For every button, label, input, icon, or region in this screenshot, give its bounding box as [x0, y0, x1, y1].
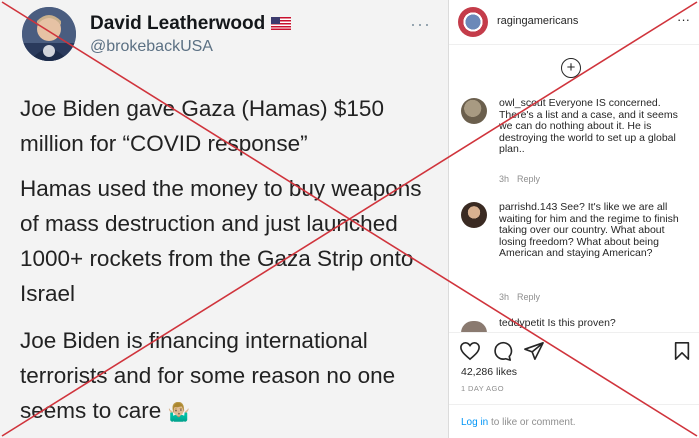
- account-avatar[interactable]: [458, 7, 488, 37]
- heart-icon[interactable]: [459, 341, 481, 361]
- load-more-comments-icon[interactable]: +: [561, 58, 581, 78]
- action-bar: [459, 341, 694, 363]
- bookmark-icon[interactable]: [673, 341, 691, 361]
- shrug-emoji: 🤷🏼‍♂️: [167, 402, 190, 422]
- tweet-author-handle: @brokebackUSA: [90, 38, 213, 55]
- section-divider: [449, 332, 699, 333]
- reply-button[interactable]: Reply: [517, 174, 540, 184]
- comment-icon[interactable]: [491, 341, 513, 361]
- tweet-author-name: David Leatherwood: [90, 13, 292, 35]
- more-options-icon[interactable]: ···: [677, 12, 690, 27]
- comment-username[interactable]: owl_scout: [499, 97, 546, 109]
- comment-username[interactable]: parrishd.143: [499, 201, 557, 213]
- comment-time: 3h: [499, 292, 510, 302]
- post-header: ragingamericans ···: [449, 0, 699, 45]
- tweet-paragraph-3: Joe Biden is financing international ter…: [20, 323, 440, 430]
- share-icon[interactable]: [523, 341, 545, 361]
- comment-text: teddypetit Is this proven?: [499, 317, 689, 330]
- commenter-avatar[interactable]: [461, 98, 487, 124]
- section-divider: [449, 404, 699, 405]
- likes-count[interactable]: 42,286 likes: [461, 366, 517, 378]
- tweet-paragraph-1: Joe Biden gave Gaza (Hamas) $150 million…: [20, 96, 384, 156]
- tweet-avatar: [22, 7, 76, 61]
- post-date: 1 DAY AGO: [461, 384, 504, 393]
- login-link[interactable]: Log in: [461, 417, 488, 428]
- login-prompt-text: to like or comment.: [488, 417, 576, 428]
- instagram-panel: ragingamericans ··· + owl_scout Everyone…: [449, 0, 699, 438]
- tweet-paragraph-2: Hamas used the money to buy weapons of m…: [20, 176, 422, 306]
- login-prompt: Log in to like or comment.: [461, 417, 576, 428]
- tweet-more-icon[interactable]: ···: [410, 14, 431, 35]
- commenter-avatar[interactable]: [461, 202, 487, 228]
- tweet-screenshot: David Leatherwood @brokebackUSA ··· Joe …: [0, 0, 449, 438]
- us-flag-icon: [271, 14, 292, 30]
- comment-meta: 3h Reply: [499, 292, 548, 302]
- comment-text: owl_scout Everyone IS concerned. There's…: [499, 97, 689, 156]
- reply-button[interactable]: Reply: [517, 292, 540, 302]
- comment-username[interactable]: teddypetit: [499, 317, 545, 329]
- comment-text: parrishd.143 See? It's like we are all w…: [499, 201, 689, 260]
- account-username[interactable]: ragingamericans: [497, 15, 578, 27]
- comment-body: Is this proven?: [547, 317, 616, 329]
- tweet-paragraph-3-text: Joe Biden is financing international ter…: [20, 328, 396, 423]
- comment-time: 3h: [499, 174, 510, 184]
- comment-meta: 3h Reply: [499, 174, 548, 184]
